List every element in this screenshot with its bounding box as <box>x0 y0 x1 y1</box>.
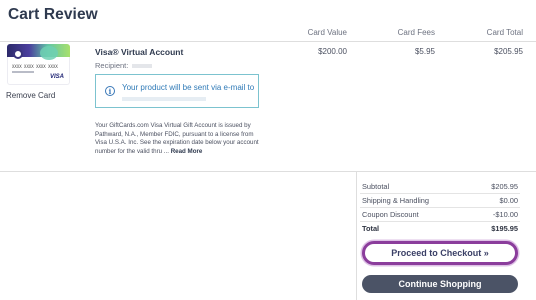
column-header-card-fees: Card Fees <box>397 28 435 37</box>
visa-logo: VISA <box>49 74 64 80</box>
total-label: Total <box>362 224 380 233</box>
proceed-to-checkout-button[interactable]: Proceed to Checkout » <box>362 241 518 265</box>
card-art-line <box>12 71 34 73</box>
recipient-row: Recipient: <box>95 61 153 70</box>
summary-row-divider <box>360 193 520 194</box>
item-card-total: $205.95 <box>494 47 523 56</box>
read-more-link[interactable]: Read More <box>171 148 203 155</box>
continue-shopping-button[interactable]: Continue Shopping <box>362 275 518 293</box>
coupon-label: Coupon Discount <box>362 210 419 219</box>
divider <box>0 171 536 172</box>
shipping-value: $0.00 <box>499 196 519 205</box>
item-card-value: $200.00 <box>318 47 347 56</box>
product-name: Visa® Virtual Account <box>95 47 184 57</box>
subtotal-label: Subtotal <box>362 182 390 191</box>
summary-divider <box>356 171 357 300</box>
gift-card-image: XXXX XXXX XXXX XXXX VISA <box>7 44 70 85</box>
card-art-blob <box>40 46 58 60</box>
delivery-info-text: Your product will be sent via e-mail to <box>122 83 255 92</box>
remove-card-link[interactable]: Remove Card <box>6 91 55 100</box>
subtotal-value: $205.95 <box>491 182 518 191</box>
summary-row-divider <box>360 221 520 222</box>
total-value: $195.95 <box>491 224 518 233</box>
column-header-card-value: Card Value <box>307 28 347 37</box>
recipient-email-redacted <box>122 97 206 101</box>
info-icon: i <box>105 86 115 96</box>
summary-row-divider <box>360 207 520 208</box>
product-disclaimer: Your GiftCards.com Visa Virtual Gift Acc… <box>95 122 267 157</box>
recipient-value-redacted <box>132 64 153 69</box>
item-card-fees: $5.95 <box>414 47 435 56</box>
coupon-value: -$10.00 <box>492 210 518 219</box>
card-art-circle <box>13 49 23 59</box>
divider <box>0 41 536 42</box>
column-header-card-total: Card Total <box>486 28 523 37</box>
page-title: Cart Review <box>8 6 98 23</box>
shipping-label: Shipping & Handling <box>362 196 429 205</box>
card-number-text: XXXX XXXX XXXX XXXX <box>12 64 58 69</box>
recipient-label: Recipient: <box>95 61 129 70</box>
delivery-info-box: i Your product will be sent via e-mail t… <box>95 74 259 108</box>
